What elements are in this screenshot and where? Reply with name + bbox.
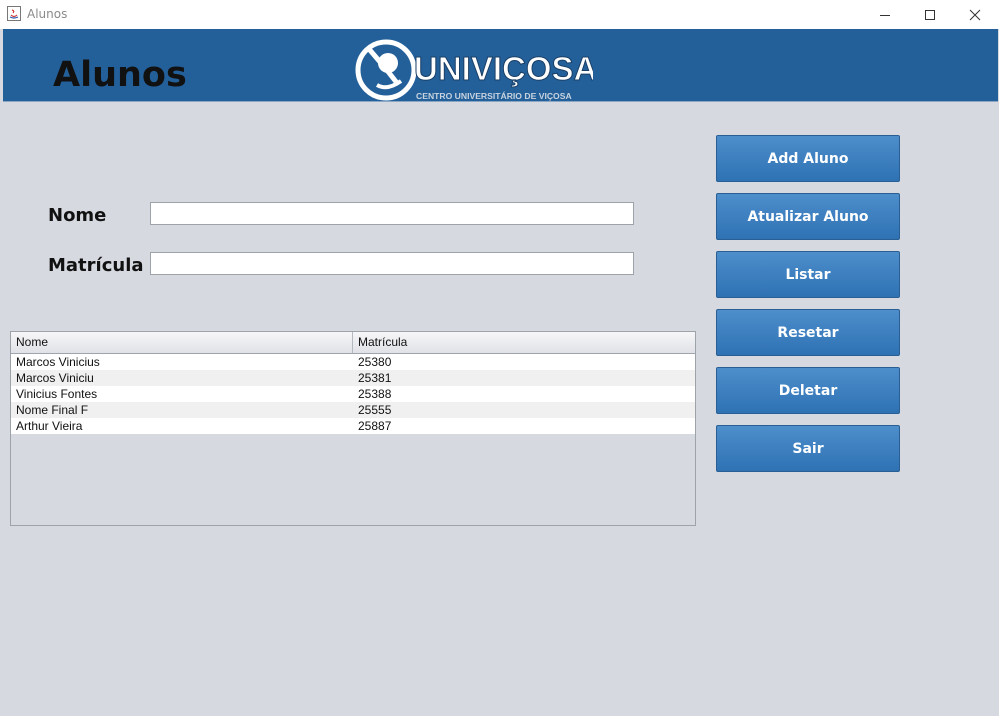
- cell-nome: Marcos Viniciu: [16, 371, 94, 385]
- table-header: Nome Matrícula: [11, 332, 695, 354]
- cell-nome: Nome Final F: [16, 403, 89, 417]
- table-row[interactable]: Marcos Vinicius 25380: [11, 354, 695, 370]
- add-aluno-button[interactable]: Add Aluno: [716, 135, 900, 182]
- alunos-table[interactable]: Nome Matrícula Marcos Vinicius 25380 Mar…: [10, 331, 696, 526]
- minimize-button[interactable]: [862, 0, 908, 29]
- table-body: Marcos Vinicius 25380 Marcos Viniciu 253…: [11, 354, 695, 434]
- close-icon: [969, 9, 981, 20]
- window-title: Alunos: [27, 7, 68, 21]
- java-app-icon: [7, 6, 21, 21]
- column-header-matricula[interactable]: Matrícula: [353, 332, 695, 353]
- table-row[interactable]: Nome Final F 25555: [11, 402, 695, 418]
- deletar-button[interactable]: Deletar: [716, 367, 900, 414]
- sair-button[interactable]: Sair: [716, 425, 900, 472]
- table-row[interactable]: Vinicius Fontes 25388: [11, 386, 695, 402]
- cell-matricula: 25555: [358, 403, 392, 417]
- svg-text:CENTRO UNIVERSITÁRIO DE VIÇOSA: CENTRO UNIVERSITÁRIO DE VIÇOSA: [416, 91, 572, 101]
- cell-nome: Arthur Vieira: [16, 419, 83, 433]
- cell-nome: Marcos Vinicius: [16, 355, 100, 369]
- maximize-icon: [925, 9, 935, 20]
- maximize-button[interactable]: [907, 0, 953, 29]
- matricula-label: Matrícula: [48, 255, 144, 276]
- close-button[interactable]: [952, 0, 998, 29]
- page-title: Alunos: [53, 55, 187, 95]
- minimize-icon: [880, 14, 890, 16]
- matricula-input[interactable]: [150, 252, 634, 275]
- listar-button[interactable]: Listar: [716, 251, 900, 298]
- cell-matricula: 25887: [358, 419, 392, 433]
- cell-matricula: 25388: [358, 387, 392, 401]
- cell-nome: Vinicius Fontes: [16, 387, 98, 401]
- nome-input[interactable]: [150, 202, 634, 225]
- nome-label: Nome: [48, 205, 107, 226]
- table-row[interactable]: Arthur Vieira 25887: [11, 418, 695, 434]
- svg-text:UNIVIÇOSA: UNIVIÇOSA: [414, 50, 593, 87]
- window-titlebar: Alunos: [0, 0, 999, 29]
- resetar-button[interactable]: Resetar: [716, 309, 900, 356]
- univicosa-logo: UNIVIÇOSA CENTRO UNIVERSITÁRIO DE VIÇOSA: [355, 39, 593, 101]
- column-header-nome[interactable]: Nome: [11, 332, 353, 353]
- cell-matricula: 25381: [358, 371, 392, 385]
- cell-matricula: 25380: [358, 355, 392, 369]
- main-panel: Alunos UNIVIÇOSA CENTRO UNIVERSITÁRIO DE…: [0, 29, 999, 716]
- header-banner: Alunos UNIVIÇOSA CENTRO UNIVERSITÁRIO DE…: [3, 29, 998, 102]
- table-row[interactable]: Marcos Viniciu 25381: [11, 370, 695, 386]
- atualizar-aluno-button[interactable]: Atualizar Aluno: [716, 193, 900, 240]
